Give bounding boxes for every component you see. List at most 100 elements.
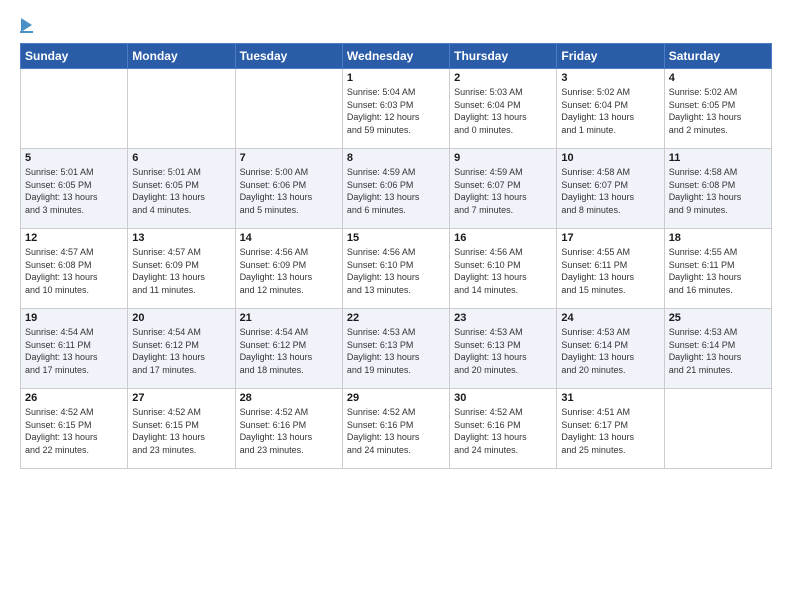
calendar-cell: 21 Sunrise: 4:54 AMSunset: 6:12 PMDayligh… [235, 309, 342, 389]
day-number: 7 [240, 152, 338, 164]
calendar-cell: 8 Sunrise: 4:59 AMSunset: 6:06 PMDaylight… [342, 149, 449, 229]
day-info: Sunrise: 5:02 AMSunset: 6:04 PMDaylight:… [561, 86, 659, 136]
day-info: Sunrise: 4:58 AMSunset: 6:07 PMDaylight:… [561, 166, 659, 216]
calendar-cell [21, 69, 128, 149]
day-number: 21 [240, 312, 338, 324]
calendar-cell: 2 Sunrise: 5:03 AMSunset: 6:04 PMDaylight… [450, 69, 557, 149]
calendar-week-row: 12 Sunrise: 4:57 AMSunset: 6:08 PMDayligh… [21, 229, 772, 309]
calendar-cell: 5 Sunrise: 5:01 AMSunset: 6:05 PMDaylight… [21, 149, 128, 229]
logo [20, 18, 33, 33]
weekday-row: SundayMondayTuesdayWednesdayThursdayFrid… [21, 44, 772, 69]
day-info: Sunrise: 5:03 AMSunset: 6:04 PMDaylight:… [454, 86, 552, 136]
day-number: 30 [454, 392, 552, 404]
day-number: 25 [669, 312, 767, 324]
calendar-cell [128, 69, 235, 149]
day-info: Sunrise: 4:53 AMSunset: 6:14 PMDaylight:… [669, 326, 767, 376]
day-info: Sunrise: 4:52 AMSunset: 6:16 PMDaylight:… [454, 406, 552, 456]
day-info: Sunrise: 4:53 AMSunset: 6:13 PMDaylight:… [454, 326, 552, 376]
day-number: 29 [347, 392, 445, 404]
day-info: Sunrise: 4:52 AMSunset: 6:15 PMDaylight:… [132, 406, 230, 456]
day-info: Sunrise: 4:56 AMSunset: 6:10 PMDaylight:… [347, 246, 445, 296]
day-number: 18 [669, 232, 767, 244]
calendar-cell: 11 Sunrise: 4:58 AMSunset: 6:08 PMDayligh… [664, 149, 771, 229]
day-number: 6 [132, 152, 230, 164]
calendar-body: 1Sunrise: 5:04 AMSunset: 6:03 PMDaylight… [21, 69, 772, 469]
day-number: 15 [347, 232, 445, 244]
calendar-cell: 12 Sunrise: 4:57 AMSunset: 6:08 PMDayligh… [21, 229, 128, 309]
calendar-week-row: 5 Sunrise: 5:01 AMSunset: 6:05 PMDaylight… [21, 149, 772, 229]
calendar-cell: 22 Sunrise: 4:53 AMSunset: 6:13 PMDayligh… [342, 309, 449, 389]
day-info: Sunrise: 4:52 AMSunset: 6:16 PMDaylight:… [347, 406, 445, 456]
calendar-cell: 10 Sunrise: 4:58 AMSunset: 6:07 PMDayligh… [557, 149, 664, 229]
day-number: 23 [454, 312, 552, 324]
day-info: Sunrise: 4:59 AMSunset: 6:07 PMDaylight:… [454, 166, 552, 216]
day-number: 31 [561, 392, 659, 404]
day-number: 3 [561, 72, 659, 84]
page: SundayMondayTuesdayWednesdayThursdayFrid… [0, 0, 792, 479]
weekday-header: Monday [128, 44, 235, 69]
day-number: 4 [669, 72, 767, 84]
calendar-header: SundayMondayTuesdayWednesdayThursdayFrid… [21, 44, 772, 69]
calendar-cell: 4 Sunrise: 5:02 AMSunset: 6:05 PMDaylight… [664, 69, 771, 149]
day-number: 5 [25, 152, 123, 164]
day-number: 13 [132, 232, 230, 244]
calendar-cell: 7 Sunrise: 5:00 AMSunset: 6:06 PMDaylight… [235, 149, 342, 229]
day-number: 12 [25, 232, 123, 244]
day-number: 16 [454, 232, 552, 244]
day-info: Sunrise: 4:54 AMSunset: 6:12 PMDaylight:… [132, 326, 230, 376]
calendar-week-row: 26 Sunrise: 4:52 AMSunset: 6:15 PMDayligh… [21, 389, 772, 469]
day-number: 20 [132, 312, 230, 324]
calendar-week-row: 19 Sunrise: 4:54 AMSunset: 6:11 PMDayligh… [21, 309, 772, 389]
calendar-cell: 24 Sunrise: 4:53 AMSunset: 6:14 PMDayligh… [557, 309, 664, 389]
calendar-cell: 6Sunrise: 5:01 AMSunset: 6:05 PMDaylight… [128, 149, 235, 229]
day-number: 24 [561, 312, 659, 324]
calendar-cell: 19 Sunrise: 4:54 AMSunset: 6:11 PMDayligh… [21, 309, 128, 389]
day-number: 19 [25, 312, 123, 324]
day-info: Sunrise: 4:58 AMSunset: 6:08 PMDaylight:… [669, 166, 767, 216]
calendar-table: SundayMondayTuesdayWednesdayThursdayFrid… [20, 43, 772, 469]
day-info: Sunrise: 4:51 AMSunset: 6:17 PMDaylight:… [561, 406, 659, 456]
day-number: 10 [561, 152, 659, 164]
day-number: 1 [347, 72, 445, 84]
day-info: Sunrise: 4:57 AMSunset: 6:08 PMDaylight:… [25, 246, 123, 296]
day-info: Sunrise: 5:00 AMSunset: 6:06 PMDaylight:… [240, 166, 338, 216]
day-number: 2 [454, 72, 552, 84]
calendar-cell: 23 Sunrise: 4:53 AMSunset: 6:13 PMDayligh… [450, 309, 557, 389]
day-info: Sunrise: 4:54 AMSunset: 6:12 PMDaylight:… [240, 326, 338, 376]
day-number: 27 [132, 392, 230, 404]
day-info: Sunrise: 4:56 AMSunset: 6:09 PMDaylight:… [240, 246, 338, 296]
calendar-cell: 17Sunrise: 4:55 AMSunset: 6:11 PMDayligh… [557, 229, 664, 309]
calendar-cell: 18 Sunrise: 4:55 AMSunset: 6:11 PMDayligh… [664, 229, 771, 309]
day-number: 26 [25, 392, 123, 404]
calendar-cell: 31 Sunrise: 4:51 AMSunset: 6:17 PMDayligh… [557, 389, 664, 469]
calendar-cell: 16 Sunrise: 4:56 AMSunset: 6:10 PMDayligh… [450, 229, 557, 309]
day-number: 11 [669, 152, 767, 164]
logo-underline [20, 31, 33, 33]
day-info: Sunrise: 4:57 AMSunset: 6:09 PMDaylight:… [132, 246, 230, 296]
calendar-cell: 25 Sunrise: 4:53 AMSunset: 6:14 PMDayligh… [664, 309, 771, 389]
day-info: Sunrise: 4:56 AMSunset: 6:10 PMDaylight:… [454, 246, 552, 296]
weekday-header: Thursday [450, 44, 557, 69]
calendar-cell: 3 Sunrise: 5:02 AMSunset: 6:04 PMDaylight… [557, 69, 664, 149]
calendar-cell: 1Sunrise: 5:04 AMSunset: 6:03 PMDaylight… [342, 69, 449, 149]
calendar-cell: 15 Sunrise: 4:56 AMSunset: 6:10 PMDayligh… [342, 229, 449, 309]
calendar-cell [235, 69, 342, 149]
calendar-cell: 9Sunrise: 4:59 AMSunset: 6:07 PMDaylight… [450, 149, 557, 229]
day-info: Sunrise: 4:52 AMSunset: 6:15 PMDaylight:… [25, 406, 123, 456]
day-info: Sunrise: 4:55 AMSunset: 6:11 PMDaylight:… [669, 246, 767, 296]
calendar-cell: 28Sunrise: 4:52 AMSunset: 6:16 PMDayligh… [235, 389, 342, 469]
calendar-cell: 30 Sunrise: 4:52 AMSunset: 6:16 PMDayligh… [450, 389, 557, 469]
day-info: Sunrise: 4:59 AMSunset: 6:06 PMDaylight:… [347, 166, 445, 216]
calendar-cell: 29 Sunrise: 4:52 AMSunset: 6:16 PMDayligh… [342, 389, 449, 469]
calendar-cell: 27 Sunrise: 4:52 AMSunset: 6:15 PMDayligh… [128, 389, 235, 469]
day-number: 28 [240, 392, 338, 404]
day-info: Sunrise: 4:54 AMSunset: 6:11 PMDaylight:… [25, 326, 123, 376]
day-info: Sunrise: 5:01 AMSunset: 6:05 PMDaylight:… [25, 166, 123, 216]
day-number: 8 [347, 152, 445, 164]
weekday-header: Tuesday [235, 44, 342, 69]
calendar-week-row: 1Sunrise: 5:04 AMSunset: 6:03 PMDaylight… [21, 69, 772, 149]
day-number: 22 [347, 312, 445, 324]
day-info: Sunrise: 4:53 AMSunset: 6:14 PMDaylight:… [561, 326, 659, 376]
day-info: Sunrise: 5:02 AMSunset: 6:05 PMDaylight:… [669, 86, 767, 136]
day-info: Sunrise: 4:53 AMSunset: 6:13 PMDaylight:… [347, 326, 445, 376]
